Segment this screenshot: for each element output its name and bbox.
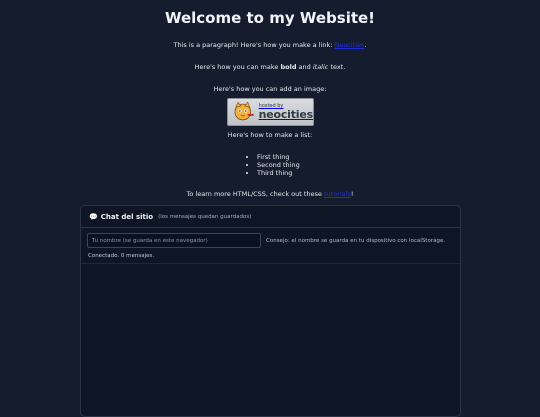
list-intro: Here's how to make a list: xyxy=(227,131,313,139)
learn-post: ! xyxy=(350,190,354,198)
paragraph-link-line: This is a paragraph! Here's how you make… xyxy=(0,41,540,49)
name-input[interactable] xyxy=(87,233,261,248)
chat-subtitle: (los mensajes quedan guardados) xyxy=(158,213,252,220)
chat-title: Chat del sitio xyxy=(100,212,154,221)
list-item: Second thing xyxy=(257,161,300,169)
thing-list: First thing Second thing Third thing xyxy=(248,153,300,177)
badge-text: hosted by neocities xyxy=(258,104,314,121)
format-pre: Here's how you can make xyxy=(194,63,281,71)
chat-name-row: Consejo: el nombre se guarda en tu dispo… xyxy=(81,228,460,248)
chat-status: Conectado. 0 mensajes. xyxy=(88,253,155,259)
format-mid: and xyxy=(296,63,313,71)
chat-tip: Consejo: el nombre se guarda en tu dispo… xyxy=(266,237,446,244)
chat-messages-area[interactable] xyxy=(81,263,460,416)
format-line: Here's how you can make bold and italic … xyxy=(0,63,540,71)
image-line: Here's how you can add an image: xyxy=(213,85,327,93)
chat-header: 💬 Chat del sitio (los mensajes quedan gu… xyxy=(81,206,460,228)
tutorials-link[interactable]: tutorials xyxy=(324,190,351,198)
learn-line: To learn more HTML/CSS, check out these … xyxy=(0,190,540,198)
list-item: First thing xyxy=(257,153,300,161)
neocities-link[interactable]: Neocities xyxy=(334,41,364,49)
speech-bubble-icon: 💬 xyxy=(89,212,98,221)
format-post: text. xyxy=(328,63,346,71)
learn-pre: To learn more HTML/CSS, check out these xyxy=(186,190,324,198)
italic-word: italic xyxy=(312,63,329,71)
chat-panel: 💬 Chat del sitio (los mensajes quedan gu… xyxy=(80,205,461,417)
neocities-badge[interactable]: hosted by neocities xyxy=(227,98,314,126)
paragraph-text: This is a paragraph! Here's how you make… xyxy=(173,41,335,49)
paragraph-end: . xyxy=(364,41,367,49)
badge-big-text: neocities xyxy=(258,108,314,121)
page-title: Welcome to my Website! xyxy=(164,9,376,27)
list-item: Third thing xyxy=(257,169,300,177)
bold-word: bold xyxy=(280,63,297,71)
neocities-cat-icon xyxy=(234,101,254,121)
